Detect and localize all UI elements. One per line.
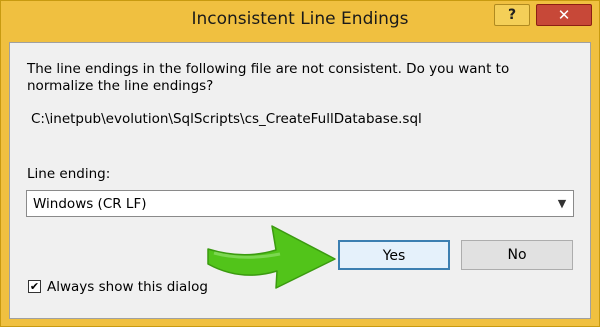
checkmark-icon: ✔ <box>29 280 40 293</box>
close-icon: ✕ <box>557 6 571 24</box>
message-text: The line endings in the following file a… <box>27 61 510 94</box>
line-ending-label: Line ending: <box>27 166 111 182</box>
help-button[interactable]: ? <box>494 4 530 26</box>
dialog-window: Inconsistent Line Endings ? ✕ The line e… <box>0 0 600 327</box>
always-show-label[interactable]: Always show this dialog <box>47 279 208 295</box>
file-path: C:\inetpub\evolution\SqlScripts\cs_Creat… <box>31 111 422 127</box>
line-ending-select[interactable]: Windows (CR LF) ▼ <box>26 190 574 217</box>
yes-button[interactable]: Yes <box>338 240 450 270</box>
dialog-body: The line endings in the following file a… <box>9 42 591 319</box>
chevron-down-icon[interactable]: ▼ <box>553 193 571 214</box>
no-button[interactable]: No <box>461 240 573 270</box>
always-show-checkbox[interactable]: ✔ <box>28 280 41 293</box>
line-ending-value: Windows (CR LF) <box>33 196 147 212</box>
title-bar[interactable]: Inconsistent Line Endings ? ✕ <box>1 1 599 41</box>
green-arrow-icon <box>207 225 336 289</box>
close-button[interactable]: ✕ <box>536 4 592 26</box>
